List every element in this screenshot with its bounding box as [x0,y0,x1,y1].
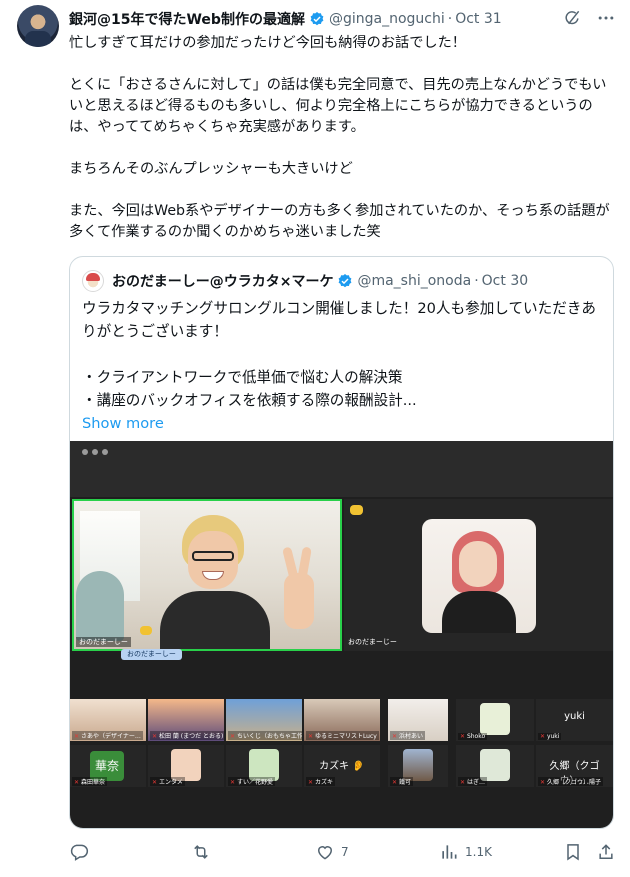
grok-icon[interactable] [562,8,582,28]
views-count: 1.1K [465,845,492,859]
tweet-header: 銀河@15年で得たWeb制作の最適解 @ginga_noguchi · Oct … [69,9,502,29]
quote-author-name: おのだまーしー@ウラカタ×マーケ [112,274,334,290]
quote-text: ウラカタマッチングサロングルコン開催しました！20人も参加していただきありがとう… [82,297,604,435]
zoom-top-bar [70,441,613,497]
speaker-label: おのだまーしー [76,637,131,647]
participant-tile: 鐵可 [388,745,448,787]
quoted-tweet[interactable]: おのだまーしー@ウラカタ×マーケ @ma_shi_onoda · Oct 30 … [69,256,614,829]
participant-tile: カズキ 👂カズキ [304,745,380,787]
window-dots [82,449,108,455]
bookmark-button[interactable] [563,842,583,862]
share-button[interactable] [596,842,616,862]
participant-tile: 久郷（クゴウ）…久郷（クゴウ）陽子 [536,745,613,787]
like-count: 7 [341,845,349,859]
tweet-text-line: とくに「おさるさんに対して」の話は僕も完全同意で、目先の売上なんかどうでもいいと… [69,77,607,135]
participant-tile: エンタメ [148,745,224,787]
share-icon [599,844,613,859]
author-handle[interactable]: @ginga_noguchi [329,11,445,27]
verified-badge-icon [339,274,352,288]
quote-text-line: ウラカタマッチングサロングルコン開催しました！20人も参加していただきありがとう… [82,300,597,340]
show-more-link[interactable]: Show more [82,412,604,435]
like-button[interactable]: 7 [315,842,349,862]
bookmark-icon [567,844,579,861]
active-speaker-tile: おのだまーしー [72,499,342,651]
retweet-button[interactable] [191,842,217,862]
speaker-person [160,515,270,649]
participant-tile: すい／花野愛 [226,745,302,787]
tweet-date[interactable]: Oct 31 [455,11,501,27]
quote-header: おのだまーしー@ウラカタ×マーケ @ma_shi_onoda · Oct 30 [82,270,528,292]
quote-date: Oct 30 [481,273,529,289]
participant-tile: Shoko [456,699,534,741]
views-icon [442,845,457,859]
participant-tile: さあや（デザイナー… [70,699,146,741]
header-actions [562,8,616,28]
tweet-text-line: 忙しすぎて耳だけの参加だったけど今回も納得のお話でした！ [69,35,466,51]
more-icon[interactable] [596,8,616,28]
author-name[interactable]: 銀河@15年で得たWeb制作の最適解 [69,9,305,29]
participant-tile: 松田 蘭 (まつだ とおる) [148,699,224,741]
reply-icon [70,844,89,861]
tweet-actions: 7 1.1K [69,842,617,866]
participant-tile: はぎ… [456,745,534,787]
participant-tile: ちいくじ（おもちゃ工作… [226,699,302,741]
tweet-text-line: また、今回はWeb系やデザイナーの方も多く参加されていたのか、そっち系の話題が多… [69,203,610,240]
participant-photo [422,519,536,633]
views-button[interactable]: 1.1K [439,842,492,862]
participant-tile: 浜村あい [388,699,448,741]
tweet-text-line: まちろんそのぶんプレッシャーも大きいけど [69,161,353,177]
quote-separator: · [474,273,479,289]
quote-avatar [82,270,104,292]
verified-badge-icon [310,12,324,26]
tweet-text: 忙しすぎて耳だけの参加だったけど今回も納得のお話でした！ とくに「おさるさんに対… [69,33,617,243]
quote-text-line: ・講座のバックオフィスを依頼する際の報酬設計... [82,392,417,409]
second-participant-label: おのだまーじー [348,638,397,646]
zoom-screenshot-image[interactable]: おのだまーしー おのだまーしー おのだまーじー さあや（デザイナー… 松田 蘭 … [70,441,613,828]
second-participant-tile: おのだまーじー [344,499,613,651]
like-icon [317,846,333,860]
peace-sign-hand [284,573,314,629]
raise-hand-emoji-icon [140,626,152,635]
reply-button[interactable] [69,842,95,862]
quote-text-line: ・クライアントワークで低単価で悩む人の解決策 [82,369,403,386]
participant-tile: yukiyuki [536,699,613,741]
raise-hand-emoji-icon [350,505,363,515]
participant-tile: ゆるミニマリストLucy [304,699,380,741]
retweet-icon [194,845,208,859]
speaker-nametag: おのだまーしー [121,649,182,660]
participant-tile: 華奈森田華奈 [70,745,146,787]
header-separator: · [447,11,453,27]
author-avatar[interactable] [17,5,59,47]
quote-author-handle: @ma_shi_onoda [357,273,472,289]
